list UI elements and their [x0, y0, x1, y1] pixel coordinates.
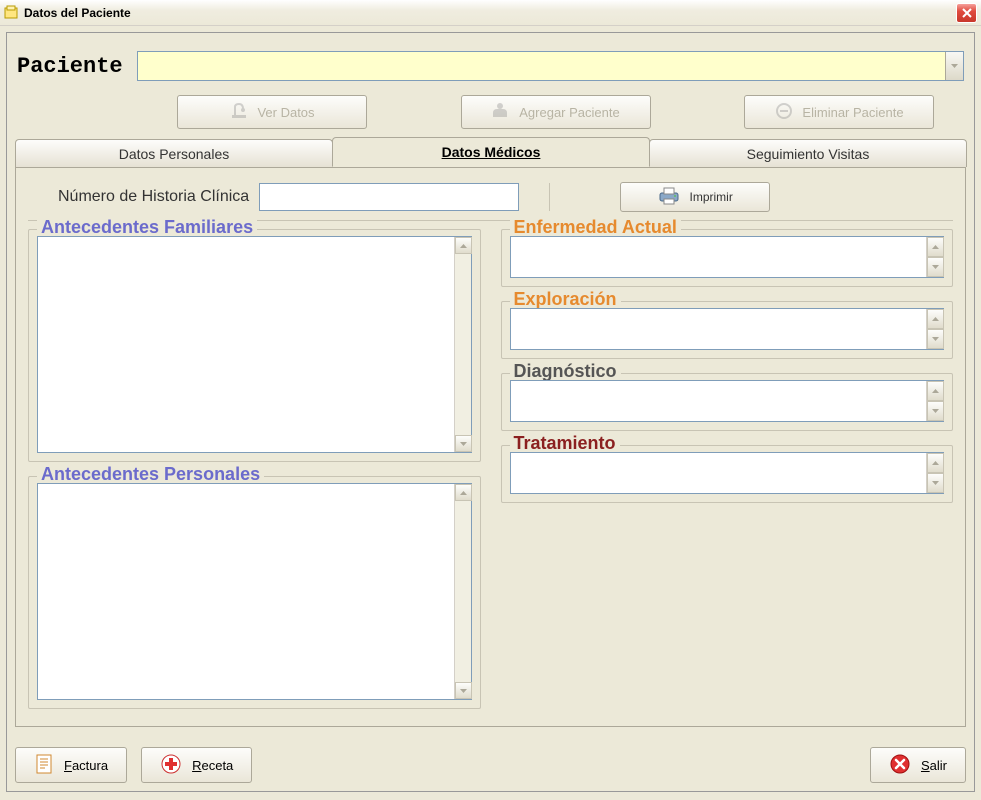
factura-label: Factura — [64, 758, 108, 773]
window-close-button[interactable] — [956, 3, 977, 23]
enfermedad-actual-group: Enfermedad Actual — [501, 229, 954, 287]
top-button-row: Ver Datos Agregar Paciente Eliminar Paci… — [7, 91, 974, 139]
paciente-combobox[interactable] — [137, 51, 964, 81]
antecedentes-familiares-textarea[interactable] — [37, 236, 472, 453]
main-frame: Paciente Ver Datos Agregar Paciente Elim… — [6, 32, 975, 792]
printer-icon — [658, 186, 680, 209]
tab-strip: Datos Personales Datos Médicos Seguimien… — [15, 139, 966, 167]
tab-label: Datos Médicos — [442, 144, 541, 160]
group-legend: Antecedentes Personales — [37, 464, 264, 485]
tab-label: Seguimiento Visitas — [747, 146, 870, 162]
agregar-paciente-button[interactable]: Agregar Paciente — [461, 95, 651, 129]
group-legend: Antecedentes Familiares — [37, 217, 257, 238]
app-icon — [4, 5, 20, 21]
tratamiento-textarea[interactable] — [510, 452, 945, 494]
agregar-paciente-label: Agregar Paciente — [519, 105, 619, 120]
scroll-up-button[interactable] — [927, 453, 944, 473]
chevron-down-icon — [460, 442, 467, 446]
eliminar-paciente-button[interactable]: Eliminar Paciente — [744, 95, 934, 129]
scrollbar[interactable] — [454, 237, 471, 452]
scrollbar[interactable] — [926, 453, 943, 493]
scroll-up-button[interactable] — [455, 237, 472, 254]
group-legend: Exploración — [510, 289, 621, 310]
factura-button[interactable]: Factura — [15, 747, 127, 783]
scrollbar[interactable] — [926, 381, 943, 421]
scroll-up-button[interactable] — [455, 484, 472, 501]
divider — [549, 183, 550, 211]
receta-label: Receta — [192, 758, 233, 773]
group-legend: Tratamiento — [510, 433, 620, 454]
antecedentes-familiares-group: Antecedentes Familiares — [28, 229, 481, 462]
microscope-icon — [229, 101, 249, 124]
chevron-down-icon — [932, 265, 939, 269]
scrollbar[interactable] — [926, 237, 943, 277]
left-column: Antecedentes Familiares Antecedentes Per… — [28, 229, 481, 709]
chevron-up-icon — [460, 491, 467, 495]
combobox-dropdown-button[interactable] — [945, 52, 963, 80]
diagnostico-group: Diagnóstico — [501, 373, 954, 431]
chevron-down-icon — [932, 337, 939, 341]
tab-datos-medicos[interactable]: Datos Médicos — [332, 137, 650, 167]
tab-body: Número de Historia Clínica Imprimir Ante… — [15, 167, 966, 727]
window-title: Datos del Paciente — [24, 6, 131, 20]
invoice-icon — [34, 753, 54, 778]
scrollbar[interactable] — [926, 309, 943, 349]
historia-clinica-input[interactable] — [259, 183, 519, 211]
paciente-label: Paciente — [17, 54, 123, 79]
salir-label: Salir — [921, 758, 947, 773]
chevron-up-icon — [932, 317, 939, 321]
scroll-down-button[interactable] — [927, 329, 944, 349]
ver-datos-button[interactable]: Ver Datos — [177, 95, 367, 129]
tab-datos-personales[interactable]: Datos Personales — [15, 139, 333, 167]
tab-label: Datos Personales — [119, 146, 230, 162]
scroll-down-button[interactable] — [455, 682, 472, 699]
scroll-down-button[interactable] — [927, 401, 944, 421]
diagnostico-textarea[interactable] — [510, 380, 945, 422]
scroll-up-button[interactable] — [927, 237, 944, 257]
chevron-up-icon — [932, 245, 939, 249]
right-column: Enfermedad Actual Exploración — [501, 229, 954, 709]
scroll-down-button[interactable] — [927, 473, 944, 493]
chevron-down-icon — [951, 64, 958, 68]
chevron-down-icon — [932, 409, 939, 413]
bottom-bar: Factura Receta Salir — [15, 747, 966, 783]
ver-datos-label: Ver Datos — [257, 105, 314, 120]
close-icon — [962, 8, 972, 18]
chevron-down-icon — [460, 689, 467, 693]
window-titlebar: Datos del Paciente — [0, 0, 981, 26]
prescription-icon — [160, 753, 182, 778]
scroll-up-button[interactable] — [927, 381, 944, 401]
columns: Antecedentes Familiares Antecedentes Per… — [28, 229, 953, 709]
imprimir-label: Imprimir — [690, 190, 733, 204]
chevron-down-icon — [932, 481, 939, 485]
paciente-row: Paciente — [7, 33, 974, 91]
scroll-down-button[interactable] — [927, 257, 944, 277]
antecedentes-personales-textarea[interactable] — [37, 483, 472, 700]
scroll-up-button[interactable] — [927, 309, 944, 329]
historia-label: Número de Historia Clínica — [58, 188, 249, 206]
salir-button[interactable]: Salir — [870, 747, 966, 783]
group-legend: Diagnóstico — [510, 361, 621, 382]
tab-seguimiento-visitas[interactable]: Seguimiento Visitas — [649, 139, 967, 167]
scroll-down-button[interactable] — [455, 435, 472, 452]
tab-container: Datos Personales Datos Médicos Seguimien… — [15, 139, 966, 727]
delete-patient-icon — [774, 101, 794, 124]
chevron-up-icon — [460, 244, 467, 248]
eliminar-paciente-label: Eliminar Paciente — [802, 105, 903, 120]
chevron-up-icon — [932, 461, 939, 465]
tratamiento-group: Tratamiento — [501, 445, 954, 503]
scrollbar[interactable] — [454, 484, 471, 699]
exploracion-textarea[interactable] — [510, 308, 945, 350]
group-legend: Enfermedad Actual — [510, 217, 681, 238]
receta-button[interactable]: Receta — [141, 747, 252, 783]
imprimir-button[interactable]: Imprimir — [620, 182, 770, 212]
exploracion-group: Exploración — [501, 301, 954, 359]
historia-row: Número de Historia Clínica Imprimir — [28, 178, 953, 221]
chevron-up-icon — [932, 389, 939, 393]
exit-icon — [889, 753, 911, 778]
add-patient-icon — [491, 101, 511, 124]
antecedentes-personales-group: Antecedentes Personales — [28, 476, 481, 709]
enfermedad-actual-textarea[interactable] — [510, 236, 945, 278]
